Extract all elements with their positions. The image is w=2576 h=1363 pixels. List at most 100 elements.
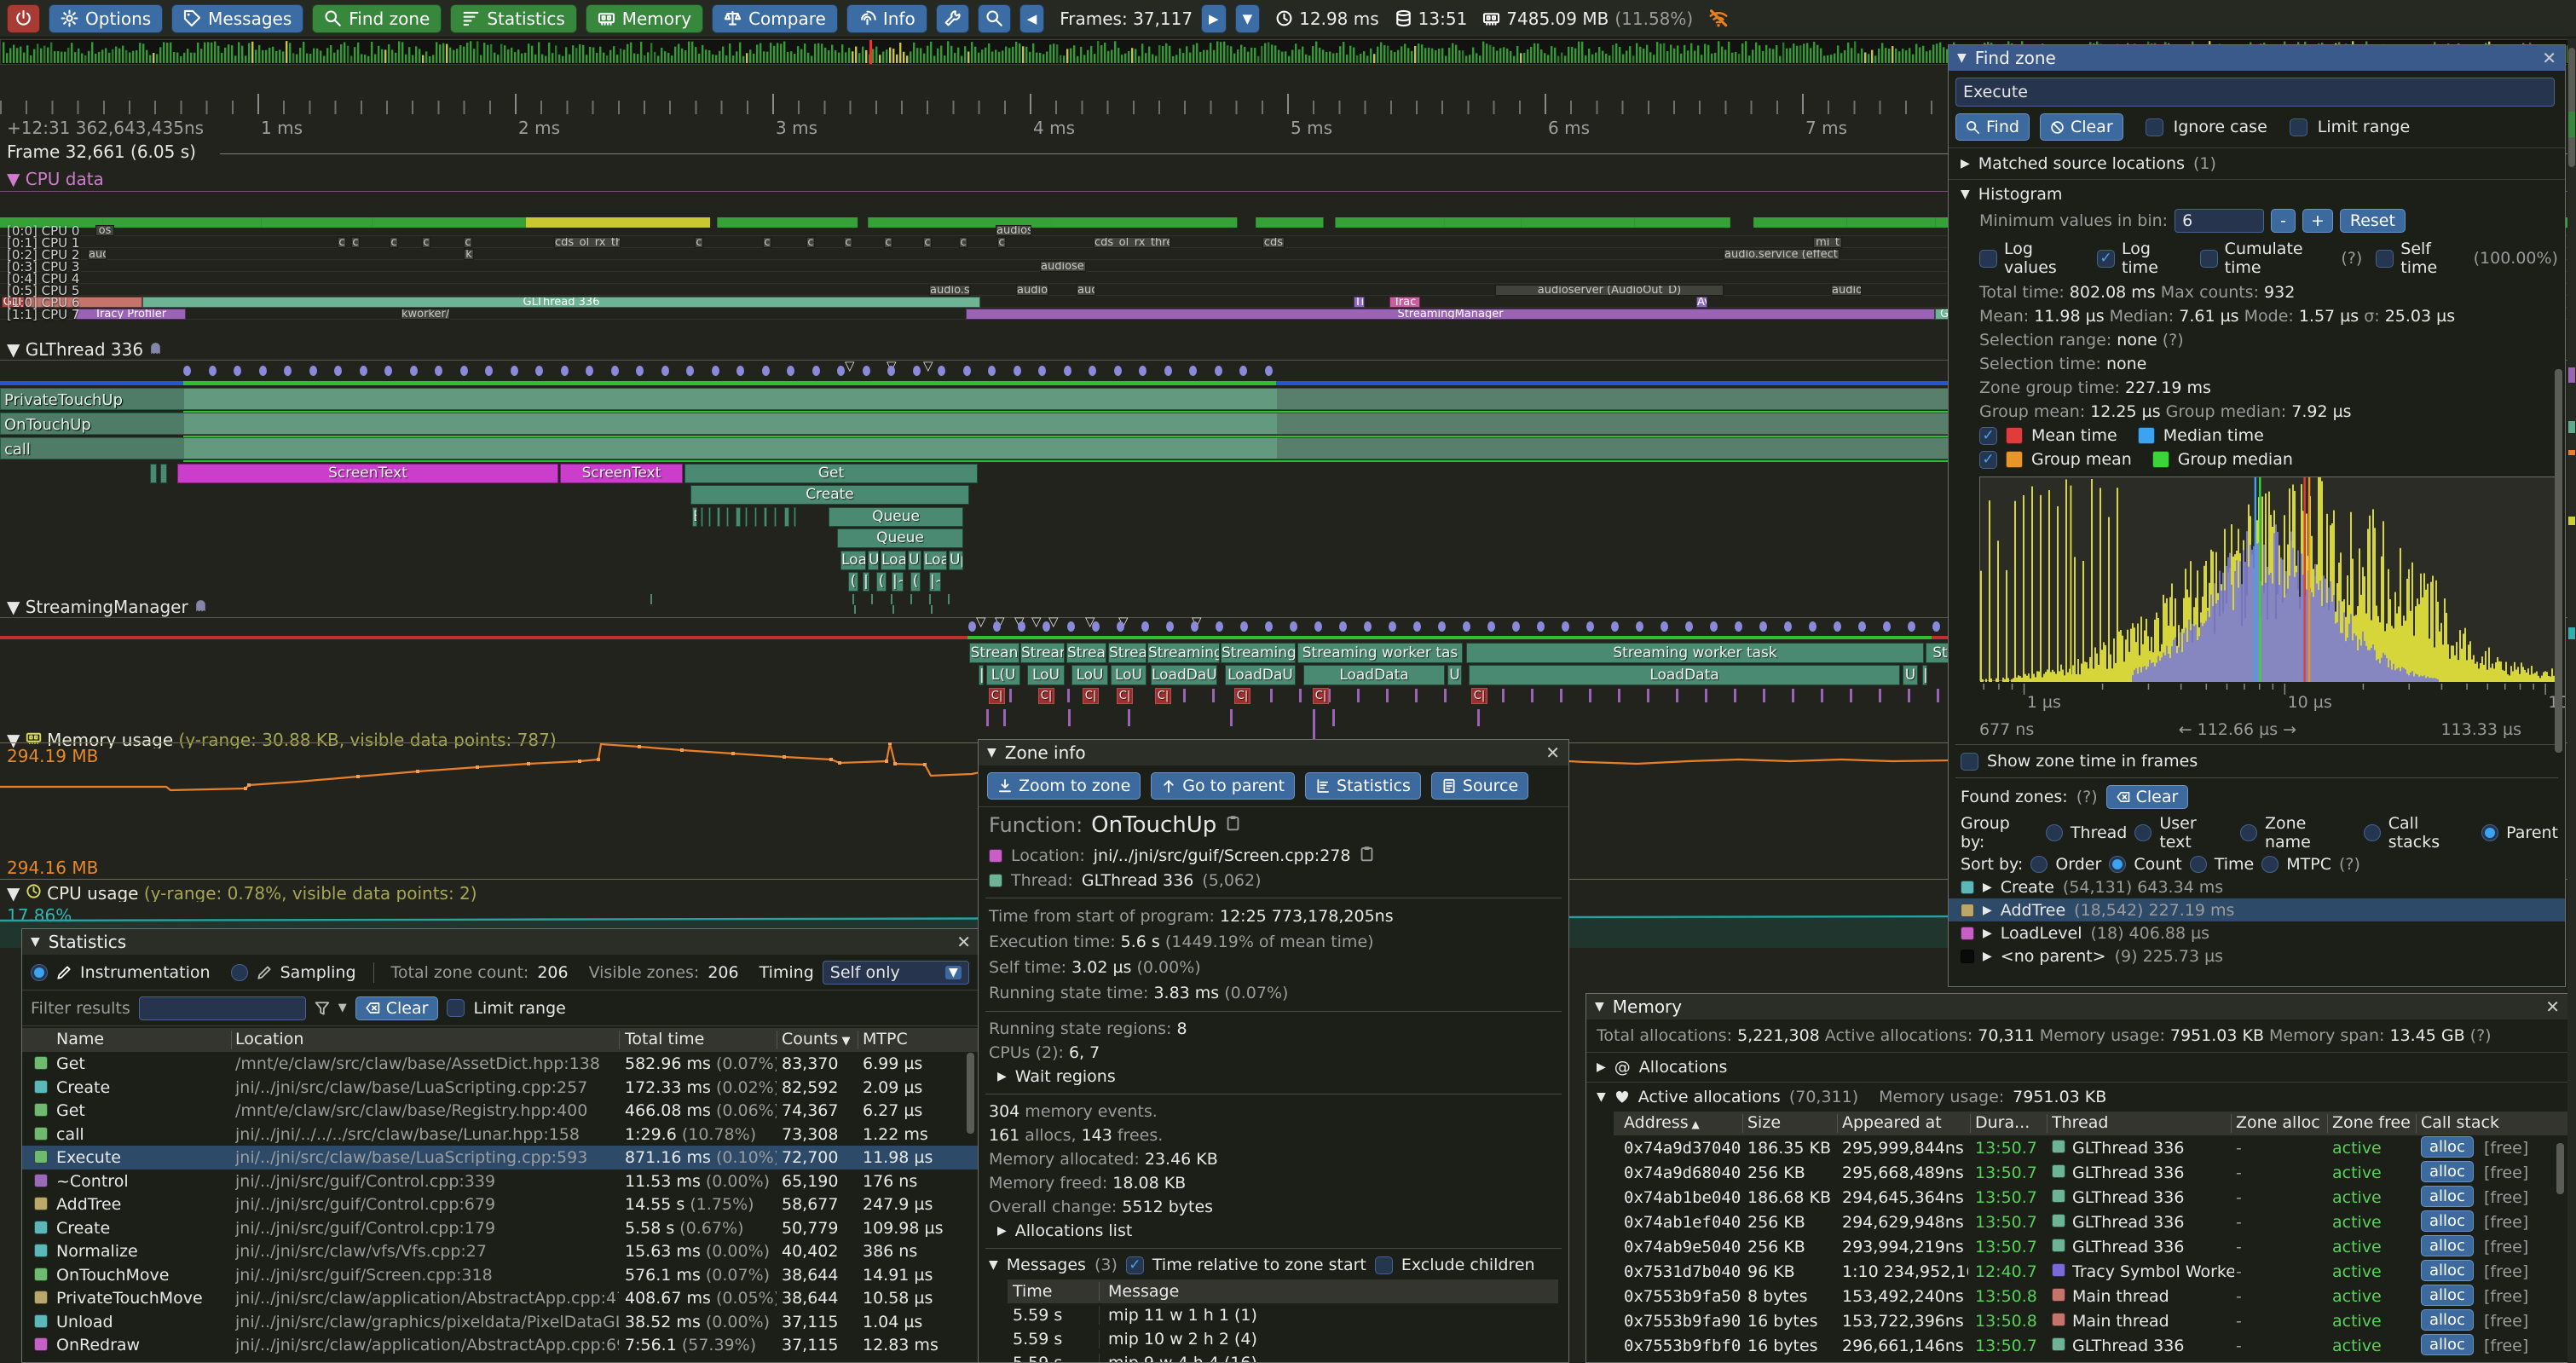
- close-icon[interactable]: ✕: [2545, 996, 2560, 1017]
- allocation-row[interactable]: 0x74ab1be040186.68 KB294,645,364ns13:50.…: [1614, 1185, 2568, 1210]
- column-header-address[interactable]: Address ▲: [1624, 1113, 1700, 1132]
- message-tick[interactable]: [1821, 689, 1823, 702]
- message-tick[interactable]: [1647, 689, 1649, 702]
- message-tick[interactable]: [1357, 689, 1360, 702]
- zoom-button[interactable]: [978, 4, 1011, 33]
- zone-bar-streaming-task[interactable]: Streaming: [1221, 643, 1296, 663]
- sample-dot[interactable]: [1883, 621, 1891, 632]
- message-tick[interactable]: [1560, 689, 1562, 702]
- zone-bar-u[interactable]: U: [868, 551, 879, 570]
- self-time-checkbox[interactable]: [2376, 250, 2394, 268]
- zone-bar-queue[interactable]: Queue: [837, 528, 963, 548]
- log-values-checkbox[interactable]: [1979, 250, 1997, 268]
- matched-source-expander[interactable]: ▶Matched source locations(1): [1949, 148, 2565, 180]
- column-header-message[interactable]: Message: [1100, 1282, 1179, 1301]
- message-tick[interactable]: [1734, 689, 1736, 702]
- close-icon[interactable]: ✕: [2542, 48, 2556, 68]
- message-tick[interactable]: [1009, 689, 1012, 702]
- message-tick[interactable]: [1850, 689, 1852, 702]
- message-tick[interactable]: [1067, 689, 1070, 702]
- sample-dot[interactable]: [309, 366, 317, 376]
- sample-dot[interactable]: [812, 366, 820, 376]
- zone-bar-loaddata[interactable]: LoadDaU: [1151, 665, 1217, 685]
- cpu-zone-bar[interactable]: GLThread 336: [142, 297, 980, 308]
- clear-filter-button[interactable]: Clear: [355, 996, 439, 1020]
- zone-bar-loaddata[interactable]: |: [979, 665, 984, 685]
- sample-dot[interactable]: [1710, 621, 1718, 632]
- copy-clipboard-button[interactable]: [1225, 815, 1241, 835]
- table-row-execute[interactable]: Executejni/../jni/src/claw/base/LuaScrip…: [22, 1146, 979, 1170]
- table-row-get[interactable]: Get/mnt/e/claw/src/claw/base/AssetDict.h…: [22, 1052, 979, 1076]
- column-header-mtpc[interactable]: MTPC: [863, 1030, 908, 1048]
- limit-range-checkbox[interactable]: [447, 999, 465, 1017]
- table-row-onredraw[interactable]: OnRedrawjni/../jni/src/claw/application/…: [22, 1333, 979, 1357]
- collapse-icon[interactable]: ▼: [31, 935, 40, 949]
- scrollbar-thumb[interactable]: [2568, 48, 2575, 167]
- alloc-callstack-button[interactable]: alloc: [2421, 1136, 2474, 1158]
- column-header-size[interactable]: Size: [1747, 1113, 1781, 1132]
- allocation-row[interactable]: 0x7553b9fa508 bytes153,492,240ns13:50.8M…: [1614, 1284, 2568, 1308]
- message-tick[interactable]: [1183, 689, 1186, 702]
- cpu-thread-chip[interactable]: c: [422, 237, 430, 248]
- sample-dot[interactable]: [887, 366, 895, 376]
- column-header-dura---[interactable]: Dura...: [1975, 1113, 2030, 1132]
- sample-dot[interactable]: [1858, 621, 1866, 632]
- log-time-checkbox[interactable]: ✓: [2097, 250, 2115, 268]
- table-row-privatetouchmove[interactable]: PrivateTouchMovejni/../jni/src/claw/appl…: [22, 1286, 979, 1310]
- sample-dot[interactable]: [1759, 621, 1767, 632]
- message-tick[interactable]: [1230, 709, 1233, 726]
- sample-dot[interactable]: [561, 366, 569, 376]
- column-header-call-stack[interactable]: Call stack: [2421, 1113, 2499, 1132]
- cpu-thread-chip[interactable]: os: [95, 225, 114, 236]
- time-relative-checkbox[interactable]: ✓: [1126, 1256, 1144, 1274]
- message-tick[interactable]: [1212, 689, 1215, 702]
- sample-dot[interactable]: [863, 366, 870, 376]
- found-zone-group-row[interactable]: ▶LoadLevel(18) 406.88 µs: [1949, 921, 2565, 944]
- zone-bar-get[interactable]: Get: [684, 464, 978, 483]
- sampling-radio[interactable]: [231, 964, 248, 981]
- cpu-thread-chip[interactable]: auc: [1077, 285, 1095, 296]
- zone-bar[interactable]: [764, 507, 767, 527]
- zone-bar-streaming-task[interactable]: Strea: [1066, 643, 1106, 663]
- prev-frame-button[interactable]: ◀: [1019, 4, 1045, 33]
- zone-bar[interactable]: [754, 507, 757, 527]
- show-zone-time-checkbox[interactable]: [1961, 753, 1978, 771]
- statistics-button[interactable]: Statistics: [450, 4, 576, 33]
- zone-bar[interactable]: [160, 464, 167, 483]
- sample-dot[interactable]: [1339, 621, 1347, 632]
- zone-bar-c[interactable]: C|: [1083, 688, 1099, 704]
- zone-bar-loaddata[interactable]: LoadDaU: [1225, 665, 1296, 685]
- table-row-normalize[interactable]: Normalizejni/../jni/src/claw/vfs/Vfs.cpp…: [22, 1239, 979, 1263]
- allocation-row[interactable]: 0x7553b9fbf016 bytes296,661,146ns13:50.7…: [1614, 1333, 2568, 1358]
- collapse-icon[interactable]: ▼: [987, 746, 996, 759]
- streaming-section-header[interactable]: ▼ StreamingManager: [7, 597, 484, 617]
- message-tick[interactable]: [1003, 709, 1006, 726]
- go-to-parent-button[interactable]: Go to parent: [1151, 772, 1295, 800]
- sample-dot[interactable]: [787, 366, 794, 376]
- collapsed-zone-marker[interactable]: ▽: [976, 614, 986, 629]
- sample-dot[interactable]: [1239, 366, 1247, 376]
- sample-dot[interactable]: [1586, 621, 1594, 632]
- cpu-thread-chip[interactable]: c: [763, 237, 771, 248]
- sample-dot[interactable]: [1413, 621, 1421, 632]
- sample-dot[interactable]: [1735, 621, 1742, 632]
- sample-dot[interactable]: [1043, 621, 1050, 632]
- cpu-thread-chip[interactable]: kworker/u: [401, 309, 450, 320]
- sample-dot[interactable]: [1064, 366, 1071, 376]
- table-row-create[interactable]: Createjni/../jni/src/guif/Control.cpp:17…: [22, 1216, 979, 1240]
- sort-by-mtpc-radio[interactable]: [2261, 856, 2279, 873]
- timing-dropdown[interactable]: Self only▼: [823, 961, 969, 985]
- info-button[interactable]: Info: [846, 4, 927, 33]
- cpu-zone-bar[interactable]: StreamingManager: [966, 309, 1935, 320]
- zone-bar-loaddata[interactable]: LoU: [1027, 665, 1065, 685]
- filter-input[interactable]: [139, 996, 306, 1020]
- sample-dot[interactable]: [1932, 621, 1940, 632]
- message-tick[interactable]: [1531, 689, 1533, 702]
- allocation-row[interactable]: 0x74ab9e5040256 KB293,994,219ns13:50.7GL…: [1614, 1234, 2568, 1259]
- cpu-thread-chip[interactable]: audioserver (AudioOut_D): [1495, 285, 1724, 296]
- table-row-addtree[interactable]: AddTreejni/../jni/src/guif/Control.cpp:6…: [22, 1193, 979, 1216]
- zone-bar-ontouchup[interactable]: OnTouchUp: [0, 413, 1956, 435]
- sample-dot[interactable]: [460, 366, 468, 376]
- limit-range-checkbox[interactable]: [2290, 118, 2307, 136]
- collapse-icon[interactable]: ▼: [989, 1258, 998, 1272]
